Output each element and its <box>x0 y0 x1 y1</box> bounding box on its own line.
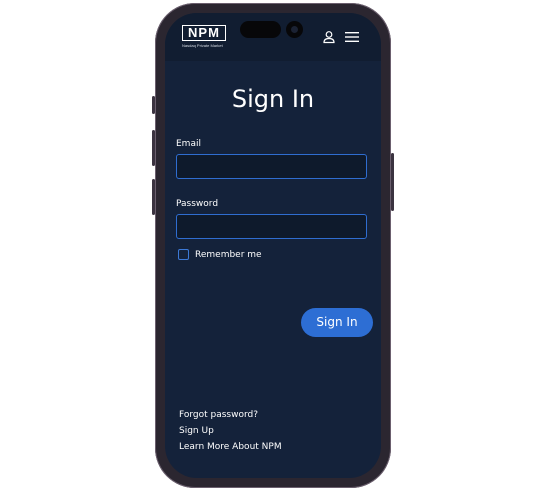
side-button-silent <box>152 96 155 114</box>
forgot-password-link[interactable]: Forgot password? <box>179 410 258 421</box>
learn-more-link[interactable]: Learn More About NPM <box>179 442 282 453</box>
phone-frame: NPM Nasdaq Private Market Sign In Email … <box>152 3 394 488</box>
password-label: Password <box>176 199 219 209</box>
sign-up-link[interactable]: Sign Up <box>179 426 214 437</box>
page-title: Sign In <box>231 85 315 113</box>
email-field[interactable] <box>176 154 367 179</box>
dynamic-island <box>240 21 281 38</box>
sign-in-button[interactable]: Sign In <box>301 308 373 337</box>
npm-logo[interactable]: NPM <box>182 25 226 41</box>
user-icon[interactable] <box>322 30 336 44</box>
logo-subtext: Nasdaq Private Market <box>182 43 223 48</box>
email-label: Email <box>176 139 201 149</box>
app-header: NPM Nasdaq Private Market <box>165 13 381 61</box>
side-button-volume-up <box>152 130 155 166</box>
hamburger-menu-icon[interactable] <box>345 31 359 43</box>
camera-icon <box>286 21 303 38</box>
app-screen: NPM Nasdaq Private Market Sign In Email … <box>165 13 381 478</box>
password-field[interactable] <box>176 214 367 239</box>
remember-me-label[interactable]: Remember me <box>195 250 262 261</box>
side-button-power <box>391 153 394 211</box>
side-button-volume-down <box>152 179 155 215</box>
remember-me-checkbox[interactable] <box>178 249 189 260</box>
